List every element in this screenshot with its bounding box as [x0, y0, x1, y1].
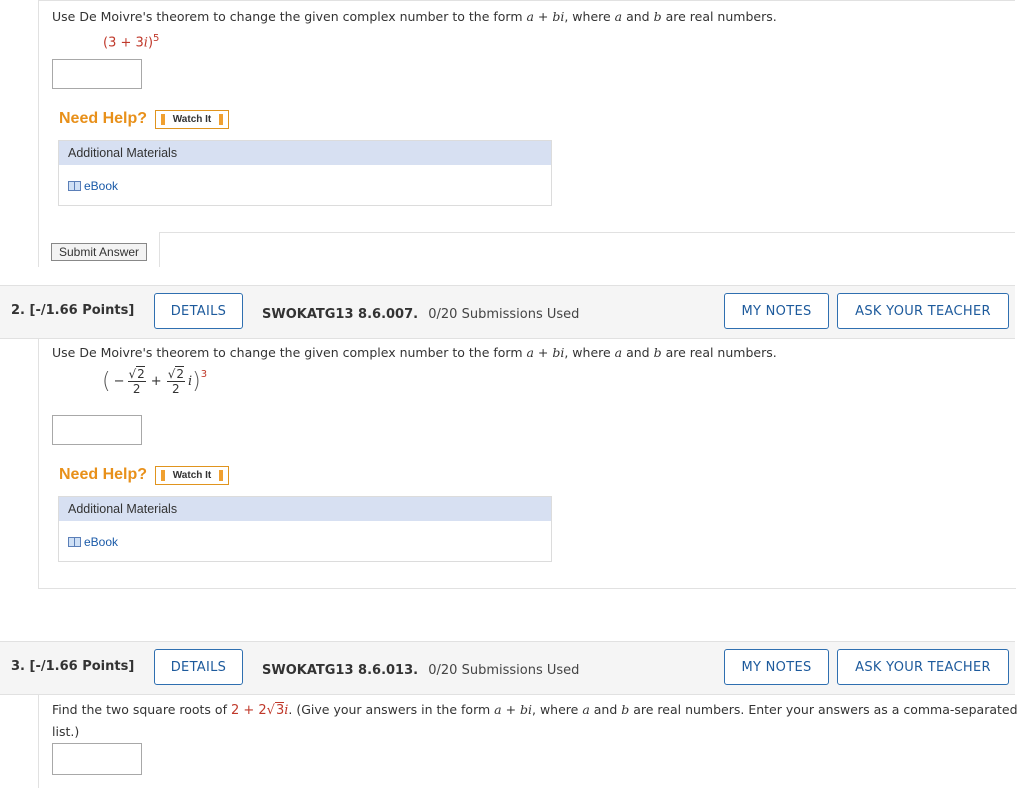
q2-fraction-1: √2 2 — [127, 366, 146, 396]
q1-ebook-link[interactable]: eBook — [68, 179, 551, 193]
q2-ask-teacher-button[interactable]: ASK YOUR TEACHER — [837, 293, 1009, 329]
q1-left-border — [38, 0, 39, 267]
book-icon — [68, 181, 81, 191]
q2-my-notes-button[interactable]: MY NOTES — [724, 293, 829, 329]
q2-additional-materials: Additional Materials eBook — [58, 496, 552, 562]
q1-instruction: Use De Moivre's theorem to change the gi… — [52, 9, 777, 24]
q3-answer-input[interactable] — [52, 743, 142, 775]
q2-ebook-link[interactable]: eBook — [68, 535, 551, 549]
book-icon — [68, 537, 81, 547]
q1-need-help: Need Help? — [59, 110, 148, 127]
q2-answer-input[interactable] — [52, 415, 142, 445]
q1-submit-divider — [159, 232, 1015, 233]
submit-answer-button[interactable]: Submit Answer — [51, 243, 148, 261]
q1-container — [38, 0, 1015, 268]
q1-answer-input[interactable] — [52, 59, 142, 89]
q3-ask-teacher-button[interactable]: ASK YOUR TEACHER — [837, 649, 1009, 685]
q2-fraction-2: √2 2 — [166, 366, 185, 396]
q3-instruction-line2: list.) — [52, 724, 80, 739]
q2-expression: ( − √2 2 + √2 2 i ) 3 — [102, 366, 208, 396]
q2-materials-header: Additional Materials — [59, 497, 551, 521]
q1-additional-materials: Additional Materials eBook — [58, 140, 552, 206]
q3-my-notes-button[interactable]: MY NOTES — [724, 649, 829, 685]
q2-watch-it-button[interactable]: Watch It — [155, 466, 229, 485]
q2-meta: SWOKATG13 8.6.007. 0/20 Submissions Used — [262, 307, 580, 322]
q3-details-button[interactable]: DETAILS — [154, 649, 243, 685]
q3-instruction: Find the two square roots of 2 + 2√3i. (… — [52, 702, 1018, 718]
q2-details-button[interactable]: DETAILS — [154, 293, 243, 329]
q1-submit-divider-v — [159, 232, 160, 267]
q3-meta: SWOKATG13 8.6.013. 0/20 Submissions Used — [262, 663, 580, 678]
q1-materials-header: Additional Materials — [59, 141, 551, 165]
q2-points: 2. [-/1.66 Points] — [11, 303, 135, 318]
q1-expression: (3 + 3i)5 — [103, 33, 160, 51]
q1-watch-it-button[interactable]: Watch It — [155, 110, 229, 129]
q2-need-help: Need Help? — [59, 466, 148, 483]
q2-instruction: Use De Moivre's theorem to change the gi… — [52, 345, 777, 360]
q3-points: 3. [-/1.66 Points] — [11, 659, 135, 674]
